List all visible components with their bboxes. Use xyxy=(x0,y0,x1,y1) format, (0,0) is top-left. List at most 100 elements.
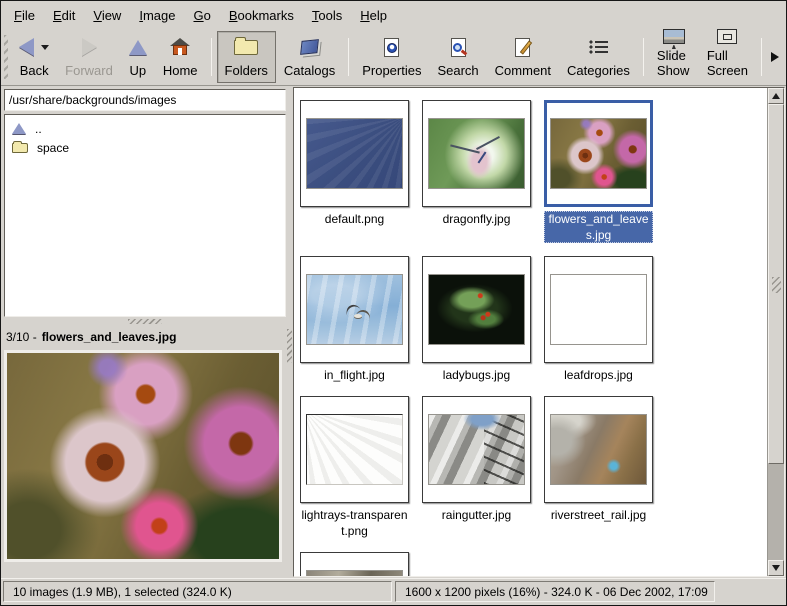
fullscreen-label: Full Screen xyxy=(707,48,748,78)
thumbnail-card[interactable] xyxy=(544,100,653,207)
selection-filename: flowers_and_leaves.jpg xyxy=(42,330,177,344)
thumbnail-card[interactable] xyxy=(300,396,409,503)
thumbnail-label[interactable]: in_flight.jpg xyxy=(324,367,385,383)
thumbnail-flowers-and-leaves-selected[interactable]: flowers_and_leaves.jpg xyxy=(544,100,653,243)
scrollbar-down-button[interactable] xyxy=(768,560,784,576)
thumbnail-label[interactable]: ladybugs.jpg xyxy=(443,367,510,383)
up-label: Up xyxy=(130,63,147,78)
fullscreen-icon xyxy=(717,29,737,44)
search-button[interactable]: Search xyxy=(429,31,486,83)
slideshow-button[interactable]: Slide Show xyxy=(649,31,699,83)
thumbnail-image xyxy=(550,274,647,345)
menu-file[interactable]: File xyxy=(5,3,44,28)
home-button[interactable]: Home xyxy=(155,31,206,83)
thumbnail-dragonfly[interactable]: dragonfly.jpg xyxy=(422,100,531,227)
thumbnail-label[interactable]: leafdrops.jpg xyxy=(564,367,633,383)
thumbnail-riverstreet-rail[interactable]: riverstreet_rail.jpg xyxy=(544,396,653,523)
thumbnail-default[interactable]: default.png xyxy=(300,100,409,227)
forward-label: Forward xyxy=(65,63,113,78)
thumbnail-card[interactable] xyxy=(544,396,653,503)
thumbnail-label[interactable]: lightrays-transparent.png xyxy=(300,507,409,539)
thumbnail-card[interactable] xyxy=(300,256,409,363)
scrollbar-up-button[interactable] xyxy=(768,88,784,104)
up-triangle-icon xyxy=(12,123,26,134)
menu-bookmarks[interactable]: Bookmarks xyxy=(220,3,303,28)
vertical-splitter-handle[interactable] xyxy=(286,86,293,578)
thumbnail-image xyxy=(550,118,647,189)
up-icon xyxy=(129,40,147,55)
folders-button[interactable]: Folders xyxy=(217,31,276,83)
thumbnail-label[interactable]: dragonfly.jpg xyxy=(443,211,511,227)
toolbar-drag-handle[interactable] xyxy=(4,35,8,79)
toolbar-overflow-arrow-icon xyxy=(771,52,779,62)
back-label: Back xyxy=(20,63,49,78)
thumbnail-partial-row4[interactable] xyxy=(300,552,409,576)
sidebar: .. space 3/10 - flowers_and_leaves.jpg xyxy=(1,86,286,578)
folder-row-space[interactable]: space xyxy=(5,138,285,157)
menu-image[interactable]: Image xyxy=(130,3,184,28)
folder-label: .. xyxy=(35,122,42,136)
thumbnail-lightrays[interactable]: lightrays-transparent.png xyxy=(300,396,409,539)
back-button[interactable]: Back xyxy=(11,31,57,83)
thumbnail-label[interactable]: riverstreet_rail.jpg xyxy=(551,507,646,523)
comment-button[interactable]: Comment xyxy=(487,31,559,83)
menu-tools[interactable]: Tools xyxy=(303,3,351,28)
properties-label: Properties xyxy=(362,63,421,78)
catalogs-button[interactable]: Catalogs xyxy=(276,31,343,83)
home-icon xyxy=(169,38,191,56)
statusbar-image-count: 10 images (1.9 MB), 1 selected (324.0 K) xyxy=(3,581,392,602)
scrollbar-trough[interactable] xyxy=(768,464,784,560)
statusbar-filler xyxy=(718,581,784,602)
thumbnail-card[interactable] xyxy=(544,256,653,363)
browser-panel: default.png dragonfly.jpg flowers_and_le… xyxy=(293,87,785,577)
categories-button[interactable]: Categories xyxy=(559,31,638,83)
menu-edit[interactable]: Edit xyxy=(44,3,84,28)
categories-label: Categories xyxy=(567,63,630,78)
thumbnail-card[interactable] xyxy=(422,256,531,363)
comment-doc-icon xyxy=(515,38,530,57)
toolbar-separator xyxy=(348,38,349,76)
menubar: File Edit View Image Go Bookmarks Tools … xyxy=(1,1,786,29)
vertical-scrollbar[interactable] xyxy=(767,88,784,576)
folder-row-parent[interactable]: .. xyxy=(5,119,285,138)
back-history-dropdown-icon[interactable] xyxy=(41,45,49,50)
menu-go[interactable]: Go xyxy=(184,3,219,28)
scroll-down-arrow-icon xyxy=(772,565,780,571)
menu-view[interactable]: View xyxy=(84,3,130,28)
forward-button: Forward xyxy=(57,31,121,83)
statusbar: 10 images (1.9 MB), 1 selected (324.0 K)… xyxy=(1,578,786,605)
statusbar-image-details: 1600 x 1200 pixels (16%) - 324.0 K - 06 … xyxy=(395,581,715,602)
scrollbar-thumb[interactable] xyxy=(768,104,784,464)
toolbar-separator xyxy=(211,38,212,76)
thumbnail-grid: default.png dragonfly.jpg flowers_and_le… xyxy=(300,100,767,576)
thumbnail-card[interactable] xyxy=(300,552,409,576)
selection-counter: 3/10 - xyxy=(6,330,37,344)
fullscreen-button[interactable]: Full Screen xyxy=(699,31,756,83)
toolbar-separator xyxy=(761,38,762,76)
toolbar-overflow-button[interactable] xyxy=(767,31,783,83)
thumbnail-in-flight[interactable]: in_flight.jpg xyxy=(300,256,409,383)
menu-help[interactable]: Help xyxy=(351,3,396,28)
toolbar-separator xyxy=(643,38,644,76)
thumbnail-card[interactable] xyxy=(422,396,531,503)
folder-label: space xyxy=(37,141,69,155)
thumbnail-ladybugs[interactable]: ladybugs.jpg xyxy=(422,256,531,383)
comment-label: Comment xyxy=(495,63,551,78)
thumbnail-leafdrops[interactable]: leafdrops.jpg xyxy=(544,256,653,383)
horizontal-splitter-handle[interactable] xyxy=(4,317,286,326)
thumbnail-raingutter[interactable]: raingutter.jpg xyxy=(422,396,531,523)
content-area: .. space 3/10 - flowers_and_leaves.jpg xyxy=(1,86,786,578)
thumbnail-image xyxy=(306,274,403,345)
gthumb-window: File Edit View Image Go Bookmarks Tools … xyxy=(0,0,787,606)
thumbnail-view[interactable]: default.png dragonfly.jpg flowers_and_le… xyxy=(294,88,767,576)
thumbnail-label[interactable]: default.png xyxy=(325,211,384,227)
properties-button[interactable]: Properties xyxy=(354,31,429,83)
path-input[interactable] xyxy=(4,89,286,111)
folder-list[interactable]: .. space xyxy=(4,114,286,317)
up-button[interactable]: Up xyxy=(121,31,155,83)
thumbnail-card[interactable] xyxy=(422,100,531,207)
thumbnail-card[interactable] xyxy=(300,100,409,207)
thumbnail-label[interactable]: flowers_and_leaves.jpg xyxy=(544,211,653,243)
preview-image xyxy=(7,353,279,559)
thumbnail-label[interactable]: raingutter.jpg xyxy=(442,507,511,523)
